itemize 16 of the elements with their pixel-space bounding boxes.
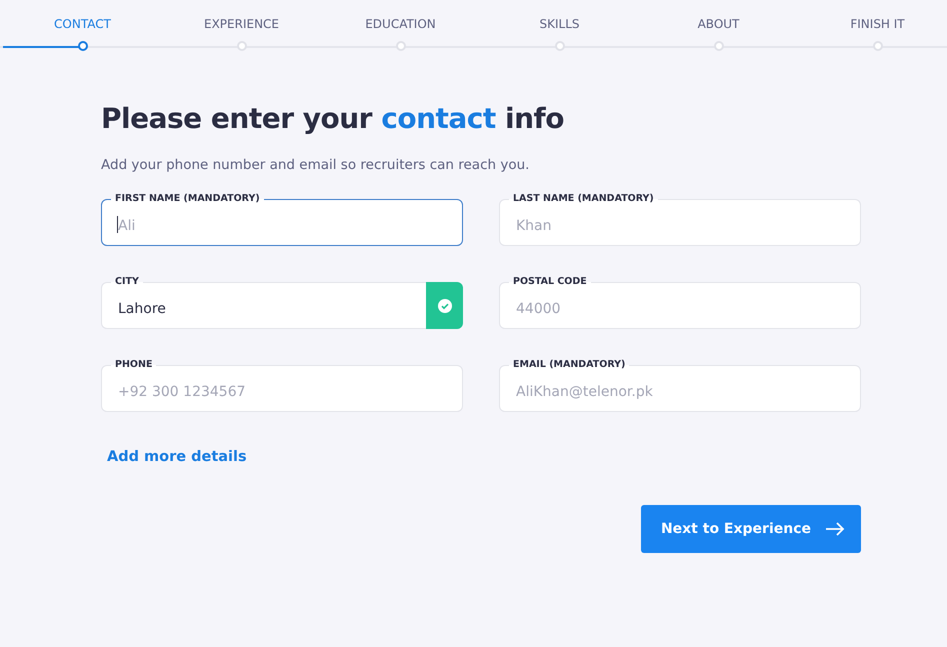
page-heading: Please enter your contact info [101,102,565,135]
step-tab[interactable]: CONTACT [3,0,162,52]
check-icon [426,282,463,329]
field-label: LAST NAME (MANDATORY) [509,193,658,205]
step-tab[interactable]: FINISH IT [798,0,947,52]
add-details-link[interactable]: Add more details [107,449,247,465]
step-tab[interactable]: ABOUT [639,0,798,52]
arrow-right-icon [825,522,845,536]
step-tab[interactable]: EDUCATION [321,0,480,52]
text-cursor [117,216,118,233]
field-label: FIRST NAME (MANDATORY) [111,193,264,205]
step-tab[interactable]: SKILLS [480,0,639,52]
subtitle: Add your phone number and email so recruiters can reach you. [101,157,530,173]
field-label: EMAIL (MANDATORY) [509,359,630,371]
step-tab[interactable]: EXPERIENCE [162,0,321,52]
next-button[interactable]: Next to Experience [640,505,861,553]
